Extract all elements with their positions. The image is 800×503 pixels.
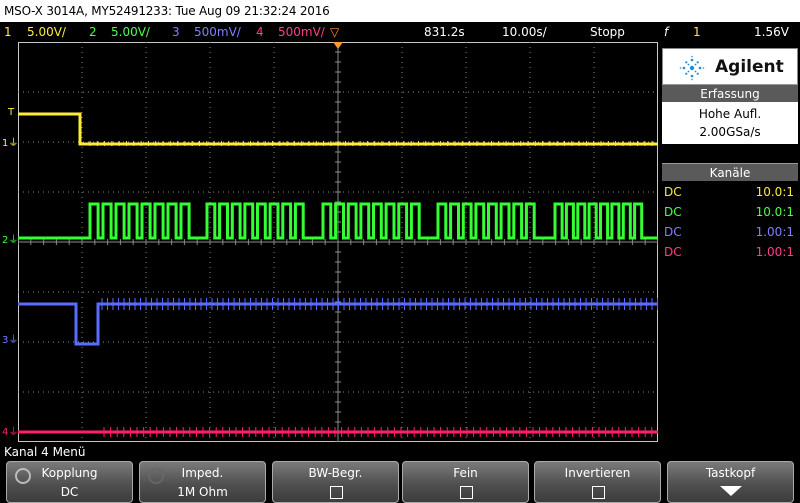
ch2-scale[interactable]: 5.00V/: [111, 22, 150, 42]
ch1-number[interactable]: 1: [4, 22, 12, 42]
probe-ratio: 1.00:1: [755, 225, 794, 239]
ch3-ground-marker[interactable]: 3⏚: [2, 331, 18, 346]
channel-status-bar: 1 5.00V/ 2 5.00V/ 3 500mV/ 4 500mV/ ▽ 83…: [0, 22, 800, 42]
window-title-bar: MSO-X 3014A, MY52491233: Tue Aug 09 21:3…: [0, 0, 800, 22]
ch1-ground-marker[interactable]: 1⏚: [2, 134, 18, 149]
trigger-edge-icon: f: [664, 25, 669, 39]
softkey-value: DC: [60, 485, 79, 499]
ground-icon: ⏚: [8, 427, 19, 438]
softkey-label: BW-Begr.: [308, 466, 363, 480]
ch3-number[interactable]: 3: [172, 22, 180, 42]
ground-icon: ⏚: [8, 138, 19, 149]
acquisition-header: Erfassung: [662, 84, 798, 102]
softkey-value: 1M Ohm: [177, 485, 228, 499]
ch1-scale[interactable]: 5.00V/: [27, 22, 66, 42]
trigger-level[interactable]: 1.56V: [754, 22, 789, 42]
softkey-bw-limit[interactable]: BW-Begr.: [272, 461, 399, 503]
ch4-scale[interactable]: 500mV/: [278, 22, 325, 42]
trigger-channel[interactable]: 1: [693, 22, 701, 42]
checkbox[interactable]: [460, 486, 473, 499]
probe-ratio: 10.0:1: [755, 205, 794, 219]
brand-logo: Agilent: [662, 48, 798, 86]
softkey-label: Kopplung: [41, 466, 98, 480]
menu-title: Kanal 4 Menü: [4, 445, 86, 459]
softkey-impedance[interactable]: Imped. 1M Ohm: [139, 461, 266, 503]
ch4-number[interactable]: 4: [256, 22, 264, 42]
channel-row-3: DC 1.00:1: [662, 222, 798, 242]
trigger-marker-label: T: [8, 107, 15, 118]
channel-row-1: DC 10.0:1: [662, 182, 798, 202]
channel-row-4: DC 1.00:1: [662, 242, 798, 262]
ch3-scale[interactable]: 500mV/: [194, 22, 241, 42]
checkbox[interactable]: [330, 486, 343, 499]
ground-icon: ⏚: [8, 335, 19, 346]
softkey-coupling[interactable]: Kopplung DC: [6, 461, 133, 503]
trigger-marker[interactable]: T: [8, 107, 14, 118]
softkey-bar: Kopplung DC Imped. 1M Ohm BW-Begr. Fein …: [0, 461, 800, 503]
coupling: DC: [664, 185, 682, 199]
trigger-position-marker: [333, 42, 343, 49]
softkey-fine[interactable]: Fein: [402, 461, 529, 503]
run-state: Stopp: [590, 25, 625, 39]
channel-row-2: DC 10.0:1: [662, 202, 798, 222]
ch2-number[interactable]: 2: [89, 22, 97, 42]
info-panel: Agilent Erfassung Hohe Aufl. 2.00GSa/s K…: [660, 44, 800, 444]
coupling: DC: [664, 225, 682, 239]
waveform-display: [18, 42, 658, 442]
agilent-spark-icon: [679, 55, 705, 81]
acquisition-info: Hohe Aufl. 2.00GSa/s: [662, 102, 798, 144]
graticule: [18, 42, 658, 442]
ch2-ground-marker[interactable]: 2⏚: [2, 231, 18, 246]
coupling: DC: [664, 205, 682, 219]
softkey-label: Imped.: [181, 466, 224, 480]
ch4-ground-marker[interactable]: 4⏚: [2, 423, 18, 438]
brand-name: Agilent: [715, 57, 784, 77]
time-offset[interactable]: 831.2s: [424, 22, 465, 42]
trigger-position-icon: ▽: [330, 25, 340, 39]
time-scale[interactable]: 10.00s/: [502, 22, 547, 42]
probe-ratio: 1.00:1: [755, 245, 794, 259]
softkey-invert[interactable]: Invertieren: [534, 461, 661, 503]
softkey-probe[interactable]: Tastkopf: [667, 461, 794, 503]
coupling: DC: [664, 245, 682, 259]
acquisition-mode: Hohe Aufl.: [698, 107, 762, 121]
sample-rate: 2.00GSa/s: [699, 125, 761, 139]
channels-header: Kanäle: [662, 163, 798, 181]
softkey-label: Fein: [453, 466, 478, 480]
softkey-label: Invertieren: [564, 466, 631, 480]
softkey-label: Tastkopf: [705, 466, 756, 480]
checkbox[interactable]: [592, 486, 605, 499]
down-arrow-icon: [719, 486, 742, 496]
ground-icon: ⏚: [8, 235, 19, 246]
window-title: MSO-X 3014A, MY52491233: Tue Aug 09 21:3…: [4, 4, 330, 18]
probe-ratio: 10.0:1: [755, 185, 794, 199]
channel-list: DC 10.0:1 DC 10.0:1 DC 1.00:1 DC 1.00:1: [662, 182, 798, 262]
